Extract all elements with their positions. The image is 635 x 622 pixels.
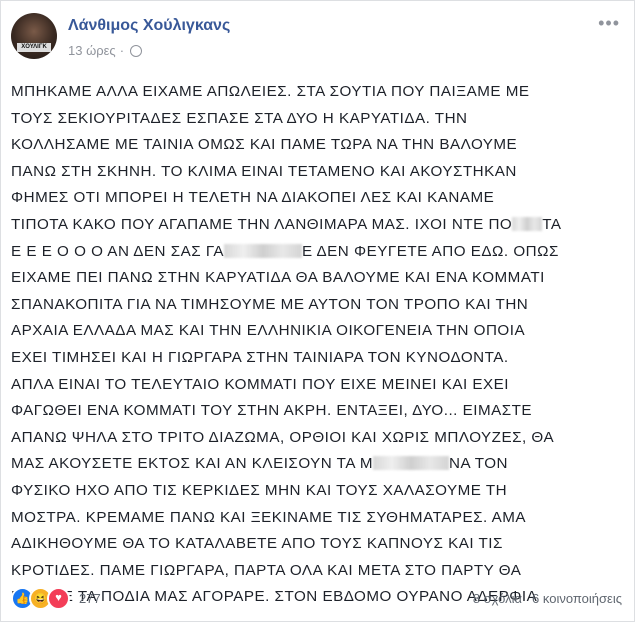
post-text-segment: ΦΗΜΕΣ ΟΤΙ ΜΠΟΡΕΙ Η ΤΕΛΕΤΗ ΝΑ ΔΙΑΚΟΠΕΙ ΛΕ… [11, 189, 495, 207]
post-text-line: ΣΠΑΝΑΚΟΠΙΤΑ ΓΙΑ ΝΑ ΤΙΜΗΣΟΥΜΕ ΜΕ ΑΥΤΟΝ ΤΟ… [11, 292, 631, 319]
post-text-segment: ΑΠΛΑ ΕΙΝΑΙ ΤΟ ΤΕΛΕΥΤΑΙΟ ΚΟΜΜΑΤΙ ΠΟΥ ΕΙΧΕ… [11, 375, 510, 393]
post-text-line: ΕΙΧΑΜΕ ΠΕΙ ΠΑΝΩ ΣΤΗΝ ΚΑΡΥΑΤΙΔΑ ΘΑ ΒΑΛΟΥΜ… [11, 265, 631, 292]
reaction-count[interactable]: 277 [79, 591, 101, 606]
post-text-segment: Ε Ε Ε Ο Ο Ο ΑΝ ΔΕΝ ΣΑΣ ΓΑ [11, 242, 224, 260]
post-text-segment: ΑΡΧΑΙΑ ΕΛΛΑΔΑ ΜΑΣ ΚΑΙ ΤΗΝ ΕΛΛΗΝΙΚΙΑ ΟΙΚΟ… [11, 322, 526, 340]
meta-separator: · [119, 43, 125, 58]
post-text-line: ΜΠΗΚΑΜΕ ΑΛΛΑ ΕΙΧΑΜΕ ΑΠΩΛΕΙΕΣ. ΣΤΑ ΣΟΥΤΙΑ… [11, 79, 631, 106]
post-text-line: ΚΟΛΛΗΣΑΜΕ ΜΕ ΤΑΙΝΙΑ ΟΜΩΣ ΚΑΙ ΠΑΜΕ ΤΩΡΑ Ν… [11, 132, 631, 159]
post-text-segment: ΤΟΥΣ ΣΕΚΙΟΥΡΙΤΑΔΕΣ ΕΣΠΑΣΕ ΣΤΑ ΔΥΟ Η ΚΑΡΥ… [11, 109, 468, 127]
reaction-icons[interactable]: 👍 😆 ♥ [11, 586, 70, 610]
post-text-line: ΦΑΓΩΘΕΙ ΕΝΑ ΚΟΜΜΑΤΙ ΤΟΥ ΣΤΗΝ ΑΚΡΗ. ΕΝΤΑΞ… [11, 398, 631, 425]
facebook-post: ΧΟΥΛΙΓΚ Λάνθιμος Χούλιγκανς 13 ώρες · ••… [0, 0, 635, 622]
post-text-line: ΑΔΙΚΗΘΟΥΜΕ ΘΑ ΤΟ ΚΑΤΑΛΑΒΕΤΕ ΑΠΟ ΤΟΥΣ ΚΑΠ… [11, 531, 631, 558]
post-time[interactable]: 13 ώρες [68, 43, 116, 58]
comments-count[interactable]: 8 σχόλια [473, 591, 522, 606]
post-text-segment: ΤΑ [542, 215, 562, 233]
post-text-line: ΕΧΕΙ ΤΙΜΗΣΕΙ ΚΑΙ Η ΓΙΩΡΓΑΡΑ ΣΤΗΝ ΤΑΙΝΙΑΡ… [11, 345, 631, 372]
love-icon: ♥ [47, 586, 70, 610]
post-text-segment: ΝΑ ΤΟΝ [449, 455, 508, 473]
shares-count[interactable]: 6 κοινοποιήσεις [532, 591, 622, 606]
post-text-segment: Ε ΔΕΝ ΦΕΥΓΕΤΕ ΑΠΟ ΕΔΩ. ΟΠΩΣ [301, 242, 559, 260]
post-text-line: ΑΡΧΑΙΑ ΕΛΛΑΔΑ ΜΑΣ ΚΑΙ ΤΗΝ ΕΛΛΗΝΙΚΙΑ ΟΙΚΟ… [11, 318, 631, 345]
post-text-line: ΤΟΥΣ ΣΕΚΙΟΥΡΙΤΑΔΕΣ ΕΣΠΑΣΕ ΣΤΑ ΔΥΟ Η ΚΑΡΥ… [11, 106, 631, 133]
post-text-segment: ΜΠΗΚΑΜΕ ΑΛΛΑ ΕΙΧΑΜΕ ΑΠΩΛΕΙΕΣ. ΣΤΑ ΣΟΥΤΙΑ… [11, 83, 530, 100]
globe-icon[interactable] [130, 44, 143, 57]
post-text-segment: ΑΔΙΚΗΘΟΥΜΕ ΘΑ ΤΟ ΚΑΤΑΛΑΒΕΤΕ ΑΠΟ ΤΟΥΣ ΚΑΠ… [11, 535, 503, 553]
post-text-segment: ΦΑΓΩΘΕΙ ΕΝΑ ΚΟΜΜΑΤΙ ΤΟΥ ΣΤΗΝ ΑΚΡΗ. ΕΝΤΑΞ… [11, 402, 533, 420]
post-text-segment: ΤΙΠΟΤΑ ΚΑΚΟ ΠΟΥ ΑΓΑΠΑΜΕ ΤΗΝ ΛΑΝΘΙΜΑΡΑ ΜΑ… [11, 215, 513, 233]
post-text-line: ΠΑΝΩ ΣΤΗ ΣΚΗΝΗ. ΤΟ ΚΛΙΜΑ ΕΙΝΑΙ ΤΕΤΑΜΕΝΟ … [11, 159, 631, 186]
more-options-icon[interactable]: ••• [598, 13, 620, 34]
post-text-line: ΦΥΣΙΚΟ ΗΧΟ ΑΠΟ ΤΙΣ ΚΕΡΚΙΔΕΣ ΜΗΝ ΚΑΙ ΤΟΥΣ… [11, 478, 631, 505]
author-name[interactable]: Λάνθιμος Χούλιγκανς [68, 17, 230, 35]
post-body: ΜΠΗΚΑΜΕ ΑΛΛΑ ΕΙΧΑΜΕ ΑΠΩΛΕΙΕΣ. ΣΤΑ ΣΟΥΤΙΑ… [11, 79, 631, 611]
post-text-segment: ΚΡΟΤΙΔΕΣ. ΠΑΜΕ ΓΙΩΡΓΑΡΑ, ΠΑΡΤΑ ΟΛΑ ΚΑΙ Μ… [11, 561, 522, 579]
post-stats: 8 σχόλια 6 κοινοποιήσεις [473, 591, 622, 606]
post-text-line: ΑΠΛΑ ΕΙΝΑΙ ΤΟ ΤΕΛΕΥΤΑΙΟ ΚΟΜΜΑΤΙ ΠΟΥ ΕΙΧΕ… [11, 372, 631, 399]
avatar-caption: ΧΟΥΛΙΓΚ [17, 43, 51, 52]
post-meta: 13 ώρες · [68, 43, 143, 58]
post-text-segment: ΜΟΣΤΡΑ. ΚΡΕΜΑΜΕ ΠΑΝΩ ΚΑΙ ΞΕΚΙΝΑΜΕ ΤΙΣ ΣΥ… [11, 508, 527, 526]
censor-blur [373, 456, 449, 471]
post-text-segment: ΑΠΑΝΩ ΨΗΛΑ ΣΤΟ ΤΡΙΤΟ ΔΙΑΖΩΜΑ, ΟΡΘΙΟΙ ΚΑΙ… [11, 428, 555, 446]
post-text-segment: ΕΧΕΙ ΤΙΜΗΣΕΙ ΚΑΙ Η ΓΙΩΡΓΑΡΑ ΣΤΗΝ ΤΑΙΝΙΑΡ… [11, 348, 509, 366]
post-text-segment: ΚΟΛΛΗΣΑΜΕ ΜΕ ΤΑΙΝΙΑ ΟΜΩΣ ΚΑΙ ΠΑΜΕ ΤΩΡΑ Ν… [11, 136, 518, 154]
post-text-segment: ΦΥΣΙΚΟ ΗΧΟ ΑΠΟ ΤΙΣ ΚΕΡΚΙΔΕΣ ΜΗΝ ΚΑΙ ΤΟΥΣ… [11, 481, 508, 499]
post-text-line: ΦΗΜΕΣ ΟΤΙ ΜΠΟΡΕΙ Η ΤΕΛΕΤΗ ΝΑ ΔΙΑΚΟΠΕΙ ΛΕ… [11, 185, 631, 212]
post-text-segment: ΣΠΑΝΑΚΟΠΙΤΑ ΓΙΑ ΝΑ ΤΙΜΗΣΟΥΜΕ ΜΕ ΑΥΤΟΝ ΤΟ… [11, 295, 529, 313]
post-text-line: ΤΙΠΟΤΑ ΚΑΚΟ ΠΟΥ ΑΓΑΠΑΜΕ ΤΗΝ ΛΑΝΘΙΜΑΡΑ ΜΑ… [11, 212, 631, 239]
post-text-segment: ΠΑΝΩ ΣΤΗ ΣΚΗΝΗ. ΤΟ ΚΛΙΜΑ ΕΙΝΑΙ ΤΕΤΑΜΕΝΟ … [11, 162, 517, 180]
post-footer: 👍 😆 ♥ 277 8 σχόλια 6 κοινοποιήσεις [11, 585, 622, 611]
censor-blur [223, 243, 302, 258]
post-text-line: ΚΡΟΤΙΔΕΣ. ΠΑΜΕ ΓΙΩΡΓΑΡΑ, ΠΑΡΤΑ ΟΛΑ ΚΑΙ Μ… [11, 558, 631, 585]
post-text-segment: ΜΑΣ ΑΚΟΥΣΕΤΕ ΕΚΤΟΣ ΚΑΙ ΑΝ ΚΛΕΙΣΟΥΝ ΤΑ Μ [11, 455, 373, 473]
post-text-line: ΜΟΣΤΡΑ. ΚΡΕΜΑΜΕ ΠΑΝΩ ΚΑΙ ΞΕΚΙΝΑΜΕ ΤΙΣ ΣΥ… [11, 505, 631, 532]
post-text-line: ΑΠΑΝΩ ΨΗΛΑ ΣΤΟ ΤΡΙΤΟ ΔΙΑΖΩΜΑ, ΟΡΘΙΟΙ ΚΑΙ… [11, 425, 631, 452]
avatar[interactable]: ΧΟΥΛΙΓΚ [11, 13, 57, 59]
post-text-line: ΜΑΣ ΑΚΟΥΣΕΤΕ ΕΚΤΟΣ ΚΑΙ ΑΝ ΚΛΕΙΣΟΥΝ ΤΑ Μ Ν… [11, 451, 631, 478]
post-text-line: Ε Ε Ε Ο Ο Ο ΑΝ ΔΕΝ ΣΑΣ ΓΑ Ε ΔΕΝ ΦΕΥΓΕΤΕ Α… [11, 239, 631, 266]
post-text-segment: ΕΙΧΑΜΕ ΠΕΙ ΠΑΝΩ ΣΤΗΝ ΚΑΡΥΑΤΙΔΑ ΘΑ ΒΑΛΟΥΜ… [11, 269, 545, 287]
censor-blur [512, 216, 543, 231]
